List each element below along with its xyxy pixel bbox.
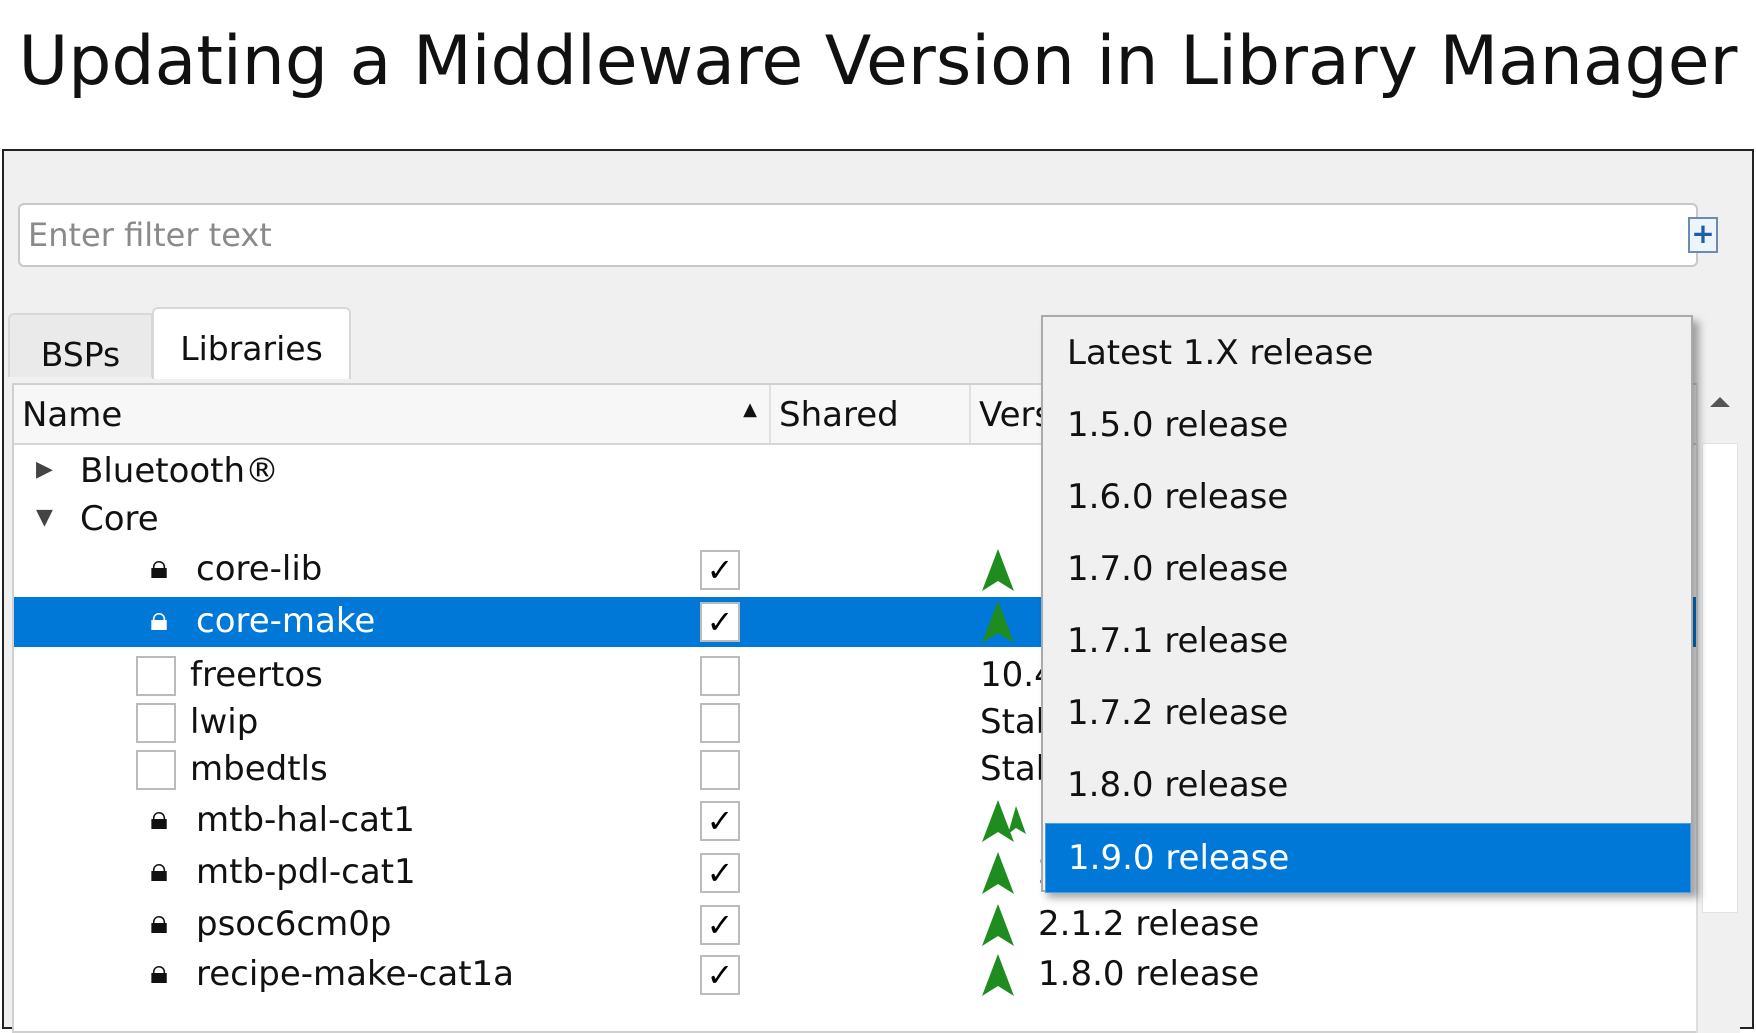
expanded-arrow-icon[interactable]: ▼: [36, 505, 53, 530]
library-name: freertos: [190, 655, 323, 695]
shared-checkbox[interactable]: [700, 656, 740, 696]
library-checkbox[interactable]: [136, 750, 176, 790]
vertical-scrollbar[interactable]: [1696, 383, 1740, 1033]
dropdown-option[interactable]: 1.5.0 release: [1045, 391, 1691, 461]
shared-checkbox[interactable]: [700, 750, 740, 790]
group-label: Bluetooth®: [80, 451, 280, 491]
locked-checkbox-icon[interactable]: 🔒︎: [150, 798, 168, 838]
sort-ascending-icon: ▲: [743, 399, 757, 420]
dropdown-option[interactable]: 1.7.0 release: [1045, 535, 1691, 605]
filter-input[interactable]: [18, 203, 1698, 267]
library-name: mtb-hal-cat1: [196, 800, 415, 840]
shared-checkbox[interactable]: ✓: [700, 801, 740, 841]
dropdown-option[interactable]: Latest 1.X release: [1045, 319, 1691, 389]
dropdown-option[interactable]: 1.7.2 release: [1045, 679, 1691, 749]
scroll-thumb[interactable]: [1702, 443, 1738, 913]
library-name: core-make: [196, 601, 376, 641]
tab-libraries[interactable]: Libraries: [152, 307, 351, 379]
shared-checkbox[interactable]: ✓: [700, 853, 740, 893]
column-header-shared[interactable]: Shared: [771, 385, 971, 443]
group-label: Core: [80, 499, 159, 539]
update-arrow-icon: [980, 850, 1020, 896]
scroll-up-icon[interactable]: [1710, 397, 1730, 407]
library-checkbox[interactable]: [136, 656, 176, 696]
locked-checkbox-icon[interactable]: 🔒︎: [150, 850, 168, 890]
shared-checkbox[interactable]: ✓: [700, 955, 740, 995]
library-name: lwip: [190, 702, 259, 742]
dropdown-option[interactable]: 1.8.0 release: [1045, 751, 1691, 821]
dropdown-option[interactable]: 1.7.1 release: [1045, 607, 1691, 677]
version-dropdown-list: Latest 1.X release 1.5.0 release 1.6.0 rel…: [1041, 315, 1693, 893]
column-header-name[interactable]: Name ▲: [14, 385, 771, 443]
table-row[interactable]: 🔒︎ psoc6cm0p ✓ 2.1.2 release: [14, 900, 1702, 950]
collapsed-arrow-icon[interactable]: ▶: [36, 457, 53, 482]
library-name: recipe-make-cat1a: [196, 954, 515, 994]
locked-checkbox-icon[interactable]: 🔒︎: [150, 952, 168, 992]
add-library-icon[interactable]: +: [1688, 217, 1718, 253]
dropdown-option[interactable]: 1.9.0 release: [1045, 823, 1691, 893]
update-arrow-icon: [980, 952, 1020, 998]
library-name: core-lib: [196, 549, 323, 589]
library-name: mtb-pdl-cat1: [196, 852, 416, 892]
version-value[interactable]: 2.1.2 release: [1038, 904, 1259, 944]
shared-checkbox[interactable]: ✓: [700, 602, 740, 642]
version-value[interactable]: 1.8.0 release: [1038, 954, 1259, 994]
library-manager-window: + BSPs Libraries Name▲ Shared Vers ▶Blue…: [2, 149, 1754, 1033]
shared-checkbox[interactable]: [700, 703, 740, 743]
update-arrow-icon: [980, 547, 1020, 593]
library-name: mbedtls: [190, 749, 328, 789]
locked-checkbox-icon[interactable]: 🔒︎: [150, 599, 168, 639]
dropdown-option[interactable]: 1.6.0 release: [1045, 463, 1691, 533]
page-title: Updating a Middleware Version in Library…: [18, 22, 1738, 101]
update-arrow-icon: [980, 902, 1020, 948]
library-name: psoc6cm0p: [196, 904, 392, 944]
shared-checkbox[interactable]: ✓: [700, 550, 740, 590]
column-name-label: Name: [22, 395, 123, 435]
shared-checkbox[interactable]: ✓: [700, 905, 740, 945]
double-update-arrow-icon: [980, 798, 1026, 844]
update-arrow-icon: [980, 599, 1020, 645]
locked-checkbox-icon[interactable]: 🔒︎: [150, 902, 168, 942]
table-row[interactable]: 🔒︎ recipe-make-cat1a ✓ 1.8.0 release: [14, 950, 1702, 1000]
library-checkbox[interactable]: [136, 703, 176, 743]
tab-bsps[interactable]: BSPs: [8, 313, 153, 377]
locked-checkbox-icon[interactable]: 🔒︎: [150, 547, 168, 587]
